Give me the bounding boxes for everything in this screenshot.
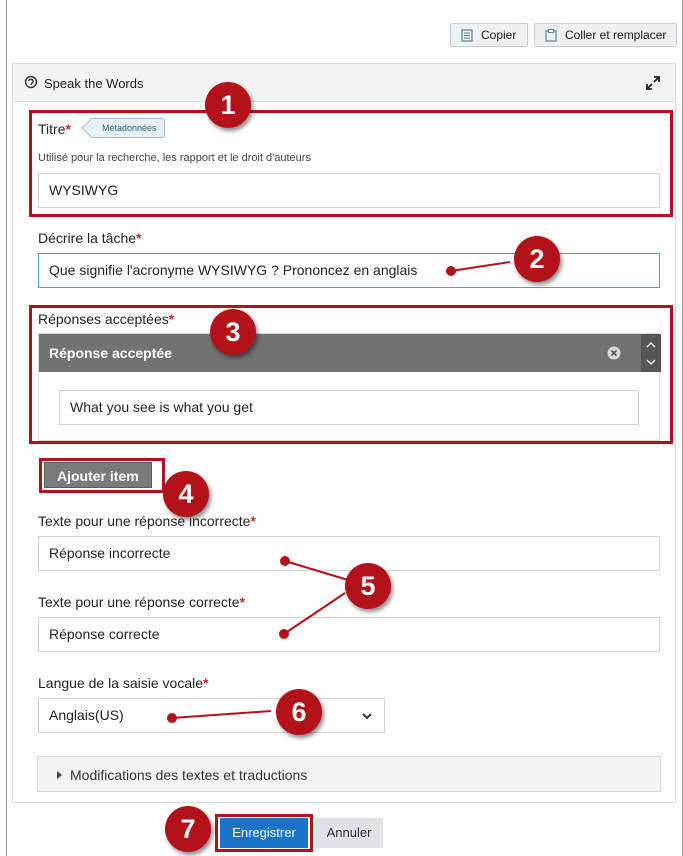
- callout-2: 2: [514, 236, 560, 282]
- cube-icon: [24, 75, 38, 89]
- texts-translations-toggle[interactable]: Modifications des textes et traductions: [37, 756, 661, 792]
- callout-4: 4: [163, 471, 209, 517]
- texts-translations-label: Modifications des textes et traductions: [70, 767, 308, 783]
- accepted-answer-item-title: Réponse acceptée: [49, 345, 172, 361]
- panel-header: Speak the Words: [13, 64, 675, 102]
- cancel-button[interactable]: Annuler: [315, 818, 383, 848]
- chevron-down-icon: [362, 713, 372, 720]
- reorder-arrows-icon: [646, 341, 656, 366]
- voice-language-label: Langue de la saisie vocale*: [38, 675, 209, 691]
- copy-icon: [461, 29, 473, 42]
- correct-text-label: Texte pour une réponse correcte*: [38, 594, 246, 610]
- save-button[interactable]: Enregistrer: [220, 818, 308, 848]
- callout-6: 6: [276, 689, 322, 735]
- accepted-answer-item-header: Réponse acceptée: [39, 334, 661, 372]
- remove-item-icon[interactable]: [607, 346, 621, 360]
- callout-5: 5: [345, 563, 391, 609]
- title-hint: Utilisé pour la recherche, les rapport e…: [38, 152, 311, 164]
- paste-icon: [545, 29, 557, 42]
- metadata-tag[interactable]: Métadonnées: [89, 118, 165, 138]
- callout-7: 7: [165, 806, 211, 852]
- callout-3: 3: [210, 309, 256, 355]
- paste-replace-button[interactable]: Coller et remplacer: [534, 23, 677, 47]
- task-description-input[interactable]: Que signifie l'acronyme WYSIWYG ? Pronon…: [38, 253, 660, 288]
- caret-right-icon: [57, 771, 62, 779]
- title-input[interactable]: WYSIWYG: [38, 173, 660, 208]
- reorder-control[interactable]: [641, 334, 661, 372]
- panel-title: Speak the Words: [44, 76, 144, 91]
- title-field-label: Titre*: [38, 121, 71, 137]
- voice-language-value: Anglais(US): [49, 707, 124, 723]
- callout-1: 1: [205, 82, 251, 128]
- copy-button[interactable]: Copier: [450, 23, 528, 47]
- task-field-label: Décrire la tâche*: [38, 230, 142, 246]
- accepted-answers-label: Réponses acceptées*: [38, 311, 175, 327]
- accepted-answers-list: Réponse acceptée What you see is what yo…: [38, 333, 661, 441]
- paste-replace-label: Coller et remplacer: [565, 28, 667, 42]
- incorrect-text-label: Texte pour une réponse incorrecte*: [38, 513, 256, 529]
- incorrect-text-input[interactable]: Réponse incorrecte: [38, 536, 660, 571]
- copy-label: Copier: [481, 28, 517, 42]
- accepted-answer-input[interactable]: What you see is what you get: [59, 390, 639, 425]
- add-item-button[interactable]: Ajouter item: [44, 462, 152, 488]
- correct-text-input[interactable]: Réponse correcte: [38, 617, 660, 652]
- expand-icon[interactable]: [645, 75, 661, 91]
- voice-language-select[interactable]: Anglais(US): [38, 698, 385, 733]
